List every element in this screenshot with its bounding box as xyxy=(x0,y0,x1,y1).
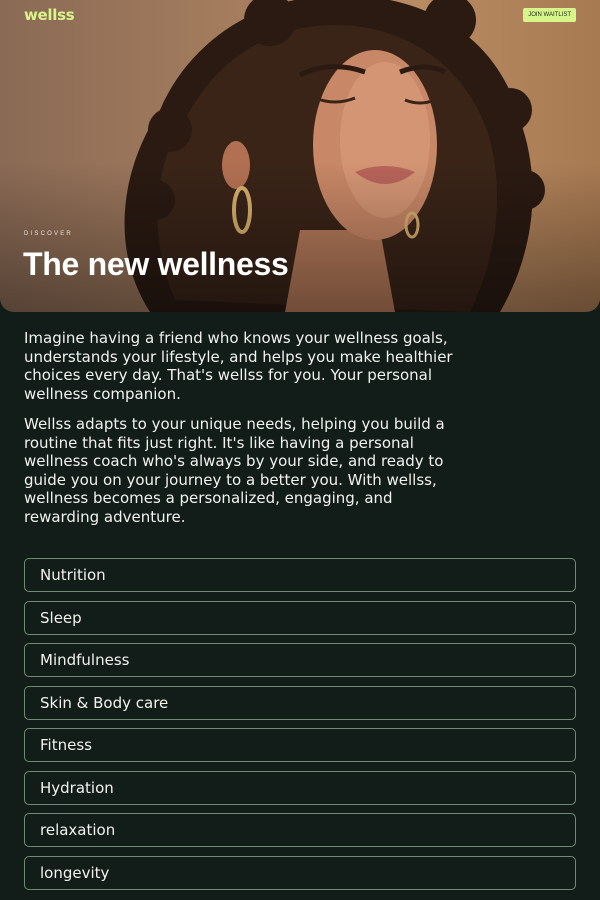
hero-gradient-overlay xyxy=(0,162,600,312)
hero-eyebrow: DISCOVER xyxy=(24,231,73,237)
category-item-sleep[interactable]: Sleep xyxy=(24,600,576,635)
intro-paragraph: Wellss adapts to your unique needs, help… xyxy=(24,415,445,526)
category-item-skin-body-care[interactable]: Skin & Body care xyxy=(24,685,576,720)
intro-paragraph: Imagine having a friend who knows your w… xyxy=(24,329,453,403)
category-item-nutrition[interactable]: Nutrition xyxy=(24,558,576,592)
join-waitlist-button[interactable]: JOIN WAITLIST xyxy=(523,8,576,22)
hero-title: The new wellness xyxy=(23,246,289,282)
brand-logo[interactable]: wellss xyxy=(24,6,75,24)
category-item-longevity[interactable]: longevity xyxy=(24,855,576,890)
intro-copy: Imagine having a friend who knows your w… xyxy=(24,329,464,538)
category-item-relaxation[interactable]: relaxation xyxy=(24,813,576,847)
category-list: Nutrition Sleep Mindfulness Skin & Body … xyxy=(24,558,576,898)
category-item-mindfulness[interactable]: Mindfulness xyxy=(24,643,576,677)
hero-banner: wellss JOIN WAITLIST DISCOVER The new we… xyxy=(0,0,600,312)
category-item-fitness[interactable]: Fitness xyxy=(24,728,576,762)
category-item-hydration[interactable]: Hydration xyxy=(24,770,576,805)
